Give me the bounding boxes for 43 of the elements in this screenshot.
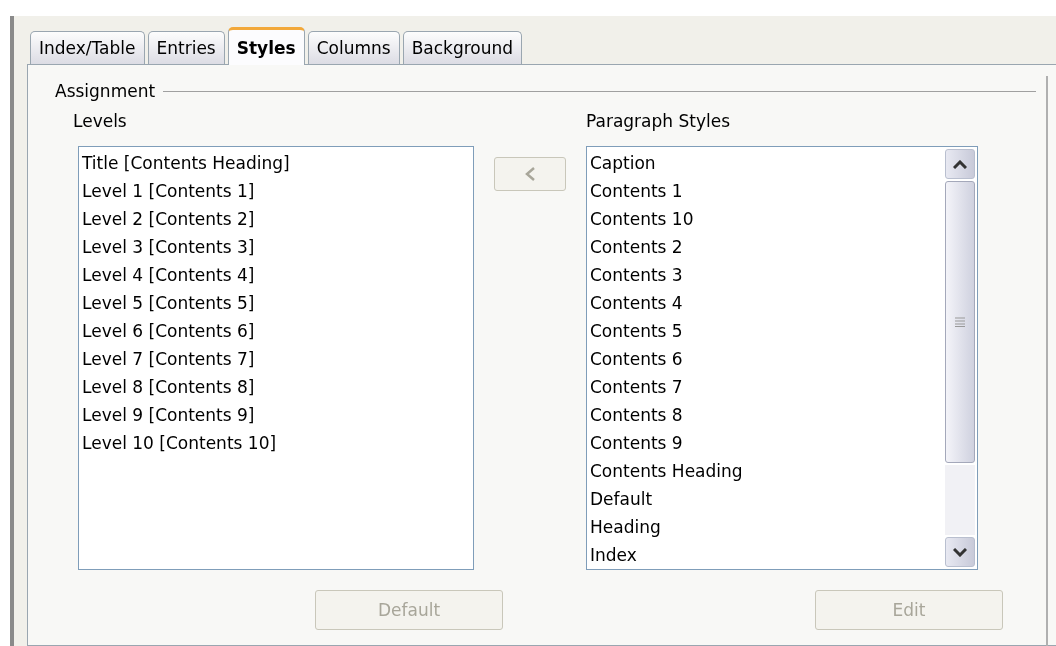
list-item[interactable]: Contents 10: [590, 205, 977, 233]
list-item[interactable]: Level 9 [Contents 9]: [82, 401, 473, 429]
list-item[interactable]: Level 6 [Contents 6]: [82, 317, 473, 345]
tab[interactable]: Styles: [227, 27, 305, 65]
list-item[interactable]: Level 3 [Contents 3]: [82, 233, 473, 261]
scroll-down-button[interactable]: [945, 537, 975, 567]
list-item[interactable]: Level 4 [Contents 4]: [82, 261, 473, 289]
scroll-up-button[interactable]: [945, 149, 975, 179]
list-item[interactable]: Heading: [590, 513, 977, 541]
list-item[interactable]: Level 8 [Contents 8]: [82, 373, 473, 401]
list-item[interactable]: Default: [590, 485, 977, 513]
list-item[interactable]: Level 2 [Contents 2]: [82, 205, 473, 233]
list-item[interactable]: Contents 5: [590, 317, 977, 345]
list-item[interactable]: Contents 8: [590, 401, 977, 429]
list-item[interactable]: Level 1 [Contents 1]: [82, 177, 473, 205]
scrollbar-thumb[interactable]: [945, 181, 975, 463]
list-label: Paragraph Styles: [586, 111, 732, 133]
list-item[interactable]: Contents 9: [590, 429, 977, 457]
list-item[interactable]: Contents 1: [590, 177, 977, 205]
list-item[interactable]: Contents Heading: [590, 457, 977, 485]
tab[interactable]: Columns: [307, 31, 400, 64]
list-item[interactable]: Index: [590, 541, 977, 569]
list-label: Levels: [73, 111, 128, 133]
chevron-down-icon: [953, 547, 967, 557]
chevron-up-icon: [953, 159, 967, 169]
list-item[interactable]: Contents 4: [590, 289, 977, 317]
list-item[interactable]: Title [Contents Heading]: [82, 149, 473, 177]
list-item[interactable]: Contents 7: [590, 373, 977, 401]
group-title: Assignment: [55, 81, 156, 101]
list-item[interactable]: Contents 3: [590, 261, 977, 289]
list-item[interactable]: Level 10 [Contents 10]: [82, 429, 473, 457]
list-item[interactable]: Caption: [590, 149, 977, 177]
grip-icon: [955, 317, 965, 327]
paragraph-styles-list[interactable]: Caption Contents 1 Contents 10 Contents 2 Contents 3 Contents 4 Contents 5 Contents 6 Contents 7 Contents 8 Contents 9 Contents Heading Default Heading Index: [586, 146, 978, 570]
chevron-left-icon: [524, 166, 536, 182]
list-item[interactable]: Contents 6: [590, 345, 977, 373]
levels-list[interactable]: [78, 146, 474, 570]
tab[interactable]: Entries: [147, 31, 225, 64]
list-item[interactable]: Contents 2: [590, 233, 977, 261]
tab[interactable]: Background: [402, 31, 523, 64]
list-item[interactable]: Level 7 [Contents 7]: [82, 345, 473, 373]
list-item[interactable]: Level 5 [Contents 5]: [82, 289, 473, 317]
tab[interactable]: Index/Table: [30, 31, 145, 64]
